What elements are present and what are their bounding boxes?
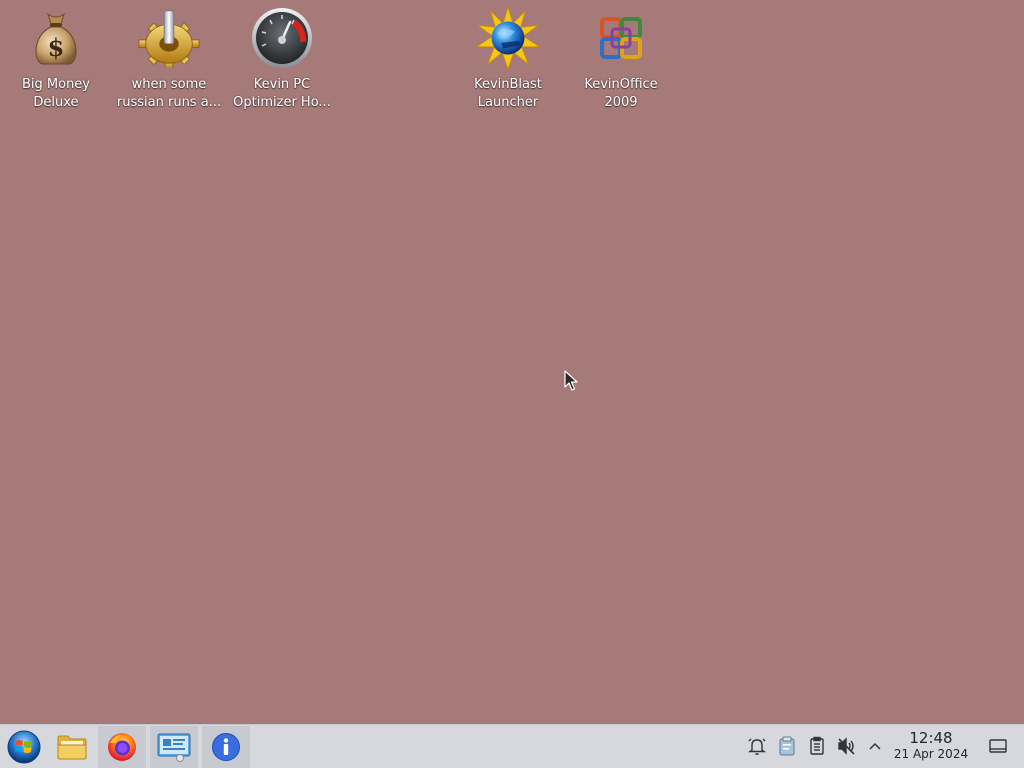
- desktop-icon-label: Kevin PC Optimizer Ho...: [233, 77, 331, 110]
- mouse-cursor-icon: [564, 370, 578, 396]
- notes-icon[interactable]: [806, 735, 828, 757]
- start-orb-icon: [7, 730, 41, 764]
- clipboard-icon[interactable]: [776, 735, 798, 757]
- system-monitor-button[interactable]: [150, 726, 198, 768]
- svg-text:$: $: [48, 33, 65, 62]
- globe-burst-icon: [476, 5, 540, 71]
- clock-date: 21 Apr 2024: [893, 747, 969, 761]
- desktop-icon-label: when some russian runs a...: [116, 77, 222, 110]
- monitor-icon: [157, 733, 191, 762]
- info-center-button[interactable]: [202, 726, 250, 768]
- money-bag-icon: $: [24, 6, 88, 70]
- desktop-icon-kevinblast-launcher[interactable]: KevinBlast Launcher: [454, 5, 562, 116]
- volume-muted-icon[interactable]: [835, 735, 857, 757]
- desktop-icon-big-money-deluxe[interactable]: $ Big Money Deluxe: [2, 6, 110, 116]
- clock[interactable]: 12:48 21 Apr 2024: [886, 730, 976, 762]
- desktop-icon-kevin-pc-optimizer[interactable]: Kevin PC Optimizer Ho...: [228, 6, 336, 116]
- folder-icon: [57, 735, 87, 760]
- desktop-icon-russian-gear[interactable]: when some russian runs a...: [115, 6, 223, 116]
- start-menu-button[interactable]: [0, 726, 48, 768]
- desktop-icon-kevinoffice-2009[interactable]: KevinOffice 2009: [567, 6, 675, 116]
- chevron-up-icon[interactable]: [864, 735, 886, 757]
- gear-icon: [137, 6, 201, 70]
- desktop-icon-label: KevinBlast Launcher: [474, 77, 542, 110]
- firefox-button[interactable]: [98, 726, 146, 768]
- file-manager-button[interactable]: [48, 726, 96, 768]
- show-desktop-icon[interactable]: [987, 735, 1009, 757]
- desktop-icon-label: Big Money Deluxe: [21, 77, 90, 110]
- clock-time: 12:48: [909, 729, 953, 747]
- alarm-bell-icon[interactable]: [746, 735, 768, 757]
- desktop-icon-label: KevinOffice 2009: [584, 77, 658, 110]
- info-icon: [212, 733, 240, 761]
- firefox-icon: [108, 733, 136, 761]
- office-logo-icon: [589, 6, 653, 70]
- speedometer-icon: [250, 6, 314, 70]
- desktop[interactable]: $ Big Money Deluxe when some russian run…: [0, 0, 1024, 724]
- taskbar: 12:48 21 Apr 2024: [0, 724, 1024, 768]
